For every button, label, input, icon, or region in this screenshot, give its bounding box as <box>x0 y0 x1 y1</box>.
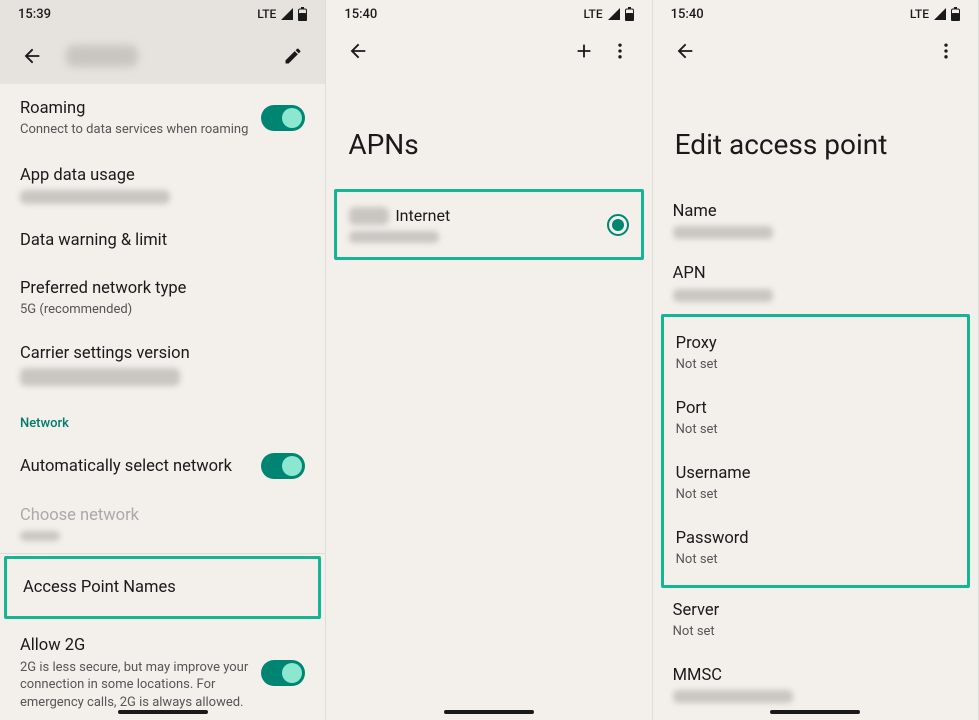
edit-button[interactable] <box>275 38 311 74</box>
network-section-header: Network <box>0 398 325 439</box>
apn-radio[interactable] <box>607 214 629 236</box>
field-username[interactable]: Username Not set <box>664 451 967 516</box>
auto-select-network-setting[interactable]: Automatically select network <box>0 439 325 493</box>
field-server-sub: Not set <box>673 623 958 641</box>
roaming-title: Roaming <box>20 98 261 119</box>
allow2g-title: Allow 2G <box>20 635 261 656</box>
nav-bar[interactable] <box>444 710 534 714</box>
app-data-value-redacted <box>20 190 170 204</box>
status-bar: 15:39 LTE <box>0 0 325 28</box>
lte-label: LTE <box>584 7 603 21</box>
allow-2g-toggle[interactable] <box>261 660 305 686</box>
field-port-sub: Not set <box>676 421 955 439</box>
choose-network-setting: Choose network <box>0 493 325 552</box>
field-mmsc[interactable]: MMSC <box>653 653 978 715</box>
apn-sub-redacted <box>349 231 439 243</box>
screen-apns: 15:40 LTE APNs Internet <box>326 0 652 720</box>
field-username-title: Username <box>676 463 955 484</box>
field-server[interactable]: Server Not set <box>653 588 978 653</box>
carrier-settings-version-setting[interactable]: Carrier settings version <box>0 331 325 398</box>
battery-icon <box>298 7 307 21</box>
choose-title: Choose network <box>20 505 139 526</box>
field-mmsc-title: MMSC <box>673 665 958 686</box>
field-mmsc-value-redacted <box>673 690 793 703</box>
field-proxy-title: Proxy <box>676 333 955 354</box>
screen3-header <box>653 28 978 74</box>
field-port[interactable]: Port Not set <box>664 386 967 451</box>
roaming-toggle[interactable] <box>261 105 305 131</box>
apn-list-item[interactable]: Internet <box>334 189 643 260</box>
access-point-names-setting[interactable]: Access Point Names <box>4 556 321 619</box>
allow-2g-setting[interactable]: Allow 2G 2G is less secure, but may impr… <box>0 621 325 720</box>
screen2-header <box>326 28 651 74</box>
preferred-network-type-setting[interactable]: Preferred network type 5G (recommended) <box>0 266 325 331</box>
status-bar: 15:40 LTE <box>326 0 651 28</box>
apn-title: Access Point Names <box>23 577 176 598</box>
data-warning-limit-setting[interactable]: Data warning & limit <box>0 216 325 265</box>
back-button[interactable] <box>340 33 376 69</box>
status-time: 15:40 <box>671 7 704 22</box>
more-button[interactable] <box>602 33 638 69</box>
roaming-sub: Connect to data services when roaming <box>20 121 261 139</box>
signal-icon <box>280 8 294 20</box>
status-time: 15:39 <box>18 7 51 22</box>
signal-icon <box>933 8 947 20</box>
radio-selected-icon <box>612 219 624 231</box>
field-mms[interactable]: MMS <box>653 715 978 720</box>
back-button[interactable] <box>667 33 703 69</box>
battery-icon <box>625 7 634 21</box>
lte-label: LTE <box>257 7 276 21</box>
field-port-title: Port <box>676 398 955 419</box>
app-data-usage-setting[interactable]: App data usage <box>0 153 325 216</box>
field-name[interactable]: Name <box>653 189 978 251</box>
field-name-value-redacted <box>673 226 773 239</box>
autosel-title: Automatically select network <box>20 456 261 477</box>
field-server-title: Server <box>673 600 958 621</box>
screen-network-settings: 15:39 LTE Roaming Connect to data servic… <box>0 0 326 720</box>
more-button[interactable] <box>928 33 964 69</box>
page-title: APNs <box>326 74 651 189</box>
status-time: 15:40 <box>344 7 377 22</box>
field-password-sub: Not set <box>676 551 955 569</box>
field-name-title: Name <box>673 201 958 222</box>
field-username-sub: Not set <box>676 486 955 504</box>
signal-icon <box>607 8 621 20</box>
nav-bar[interactable] <box>770 710 860 714</box>
back-button[interactable] <box>14 38 50 74</box>
field-proxy-sub: Not set <box>676 356 955 374</box>
field-proxy[interactable]: Proxy Not set <box>664 321 967 386</box>
prefnet-sub: 5G (recommended) <box>20 301 132 319</box>
choose-value-redacted <box>20 531 60 541</box>
field-password-title: Password <box>676 528 955 549</box>
proxy-auth-group: Proxy Not set Port Not set Username Not … <box>661 314 970 588</box>
field-password[interactable]: Password Not set <box>664 516 967 581</box>
page-title: Edit access point <box>653 74 978 189</box>
lte-label: LTE <box>910 7 929 21</box>
auto-select-toggle[interactable] <box>261 453 305 479</box>
allow2g-sub: 2G is less secure, but may improve your … <box>20 659 261 712</box>
add-button[interactable] <box>566 33 602 69</box>
battery-icon <box>951 7 960 21</box>
roaming-setting[interactable]: Roaming Connect to data services when ro… <box>0 84 325 153</box>
field-apn[interactable]: APN <box>653 251 978 313</box>
screen-edit-access-point: 15:40 LTE Edit access point Name APN Pr <box>653 0 979 720</box>
field-apn-value-redacted <box>673 289 773 302</box>
data-warning-title: Data warning & limit <box>20 230 167 251</box>
prefnet-title: Preferred network type <box>20 278 186 299</box>
apn-name-redacted <box>349 207 389 225</box>
status-bar: 15:40 LTE <box>653 0 978 28</box>
nav-bar[interactable] <box>118 710 208 714</box>
apn-item-label: Internet <box>395 206 450 225</box>
screen1-header <box>0 28 325 84</box>
carrier-title: Carrier settings version <box>20 343 190 364</box>
divider <box>0 553 325 554</box>
app-data-title: App data usage <box>20 165 135 186</box>
carrier-name-redacted <box>66 45 138 67</box>
carrier-value-redacted <box>20 368 180 386</box>
field-apn-title: APN <box>673 263 958 284</box>
